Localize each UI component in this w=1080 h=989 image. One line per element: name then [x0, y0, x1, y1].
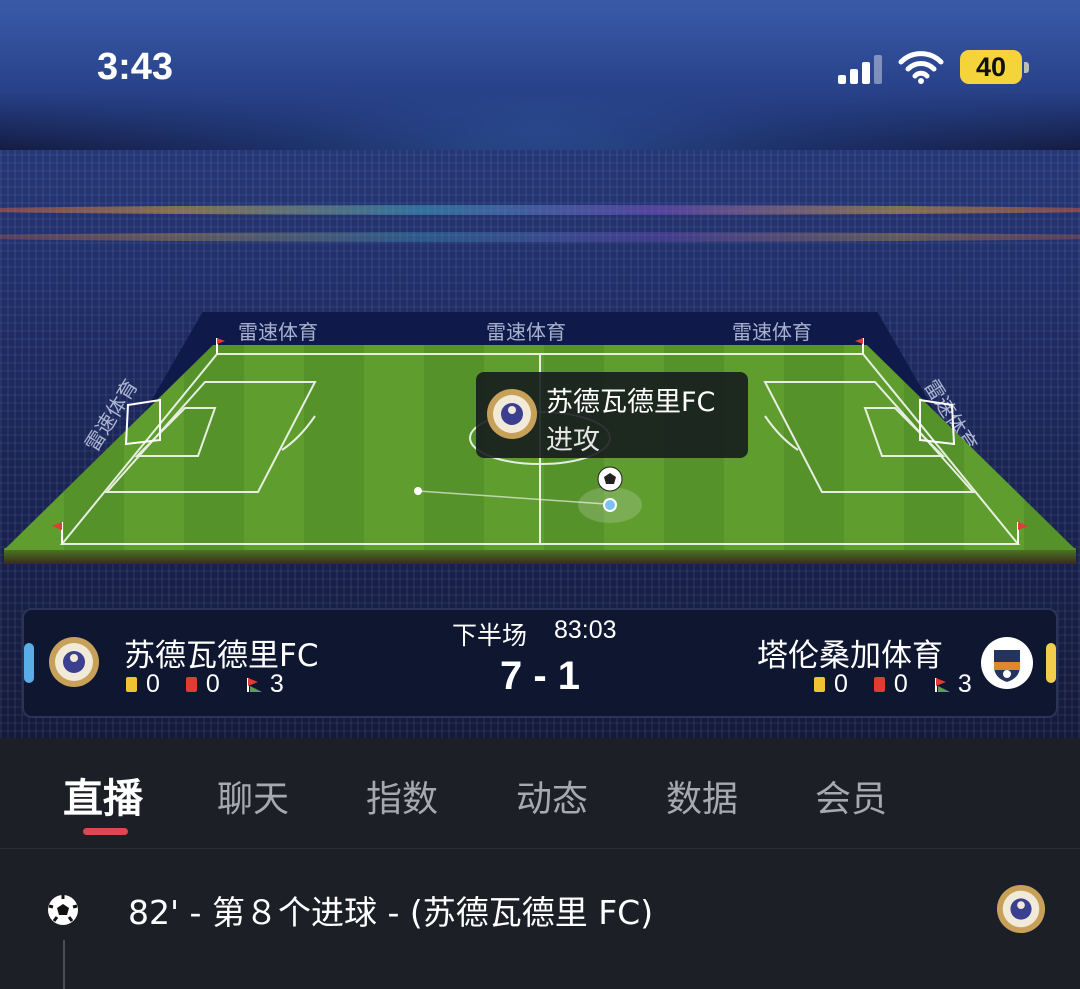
home-corner-count: 3 [269, 670, 284, 698]
timeline-line [63, 940, 65, 989]
ball-trajectory [417, 490, 607, 505]
active-tab-indicator [83, 828, 128, 835]
red-card-icon [185, 677, 197, 692]
soccer-ball-icon [597, 466, 623, 492]
corner-kick-icon [246, 678, 262, 692]
tab-odds[interactable]: 指数 [366, 770, 438, 822]
home-team-crest-icon [487, 389, 537, 439]
home-team-stats: 0 0 3 [126, 670, 284, 699]
corner-kick-icon [934, 678, 950, 692]
match-clock: 83:03 [554, 616, 617, 644]
tab-chat[interactable]: 聊天 [217, 770, 289, 822]
away-color-bar [1046, 643, 1056, 683]
tab-membership[interactable]: 会员 [815, 770, 887, 822]
away-team-crest-icon [981, 637, 1033, 689]
tooltip-action: 进攻 [546, 425, 600, 456]
away-yellow-count: 0 [834, 670, 848, 698]
tab-updates[interactable]: 动态 [516, 770, 588, 822]
yellow-card-icon [126, 677, 137, 692]
event-item-text: 82' - 第８个进球 - (苏德瓦德里 FC) [128, 893, 654, 932]
match-period: 下半场 [452, 621, 528, 650]
home-yellow-count: 0 [146, 670, 160, 698]
away-red-count: 0 [893, 670, 908, 698]
tooltip-team-name: 苏德瓦德里FC [546, 387, 716, 418]
tab-stats[interactable]: 数据 [666, 770, 738, 822]
home-red-count: 0 [205, 670, 220, 698]
ball-origin [414, 487, 422, 495]
yellow-card-icon [814, 677, 825, 692]
home-team-crest-icon [996, 884, 1046, 934]
away-corner-count: 3 [957, 670, 972, 698]
home-color-bar [24, 643, 34, 683]
soccer-ball-icon [48, 895, 78, 925]
home-team-crest-icon [49, 637, 99, 687]
away-team-stats: 0 0 3 [814, 670, 972, 699]
attack-tooltip: 苏德瓦德里FC 进攻 [476, 372, 748, 458]
away-team-name: 塔伦桑加体育 [757, 638, 943, 674]
match-score: 7 - 1 [499, 654, 581, 698]
home-team-name: 苏德瓦德里FC [124, 638, 319, 674]
ball-marker [603, 498, 617, 512]
tab-live[interactable]: 直播 [63, 766, 143, 824]
red-card-icon [873, 677, 885, 692]
